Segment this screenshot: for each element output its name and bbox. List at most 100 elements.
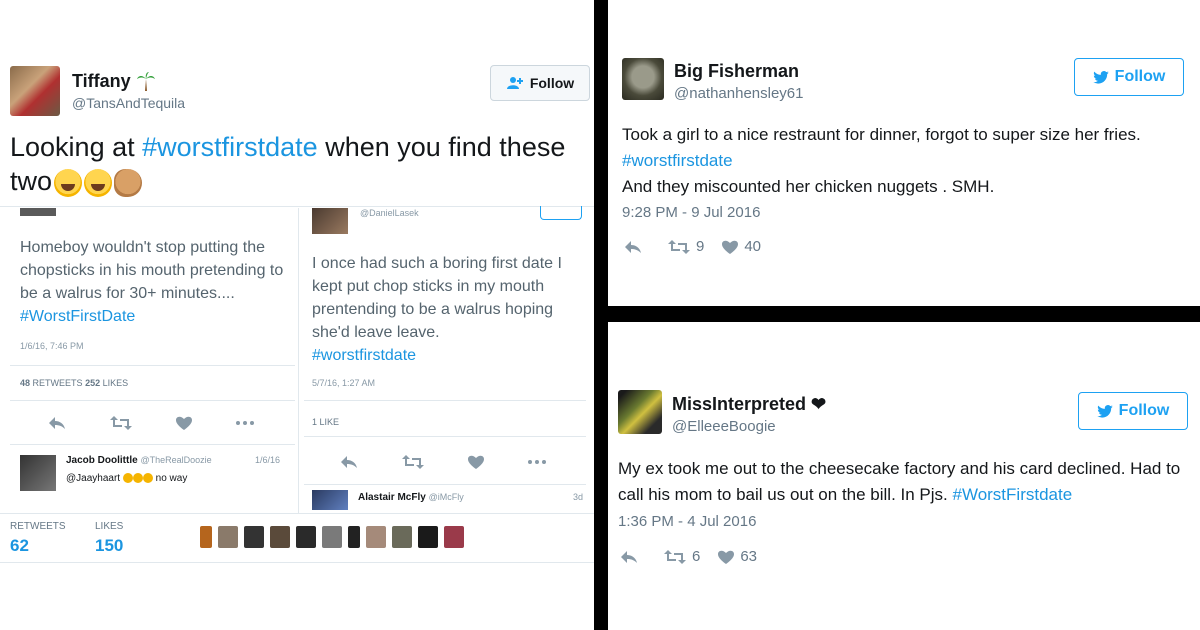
retweet-icon [664, 549, 686, 564]
retweet-icon[interactable] [110, 416, 132, 430]
liker-avatar[interactable] [270, 526, 290, 548]
divider [304, 484, 586, 485]
reply-icon[interactable] [48, 416, 66, 430]
retweets-count[interactable]: 62 [10, 536, 29, 556]
tweet-text: Looking at #worstfirstdate when you find… [10, 130, 590, 198]
timestamp[interactable]: 1:36 PM - 4 Jul 2016 [618, 513, 756, 530]
reply-avatar[interactable] [20, 455, 56, 491]
reply-icon [621, 550, 637, 563]
likes-count[interactable]: 150 [95, 536, 123, 556]
embedded-b-actions [340, 455, 546, 469]
laughing-emoji-icon [122, 473, 133, 484]
retweet-action[interactable]: 6 [664, 548, 700, 565]
liker-avatar[interactable] [218, 526, 238, 548]
embedded-a-retweets-label: RETWEETS [32, 378, 83, 388]
user-name[interactable]: Tiffany [72, 71, 131, 92]
liker-avatar[interactable] [418, 526, 438, 548]
tiffany-avatar[interactable] [10, 66, 60, 116]
like-count: 63 [740, 548, 758, 565]
retweet-action[interactable]: 9 [668, 238, 704, 255]
divider [10, 365, 295, 366]
hashtag-link[interactable]: #worstfirstdate [142, 132, 318, 162]
reply-handle: @TheRealDoozie [140, 455, 212, 465]
follow-button[interactable]: Follow [490, 65, 590, 101]
embedded-b-reply: Alastair McFly @iMcFly 3d [358, 492, 583, 503]
embedded-b-follow-button[interactable] [540, 206, 582, 220]
twitter-bird-icon [1096, 404, 1113, 418]
like-count: 40 [744, 238, 762, 255]
tiffany-tweet-card: Tiffany @TansAndTequila Follow Looking a… [0, 0, 594, 630]
reply-action[interactable] [620, 550, 638, 564]
liker-avatar[interactable] [244, 526, 264, 548]
liker-avatar[interactable] [296, 526, 316, 548]
embedded-a-hashtag[interactable]: #WorstFirstDate [20, 308, 135, 325]
divider [0, 562, 594, 563]
follow-button[interactable]: Follow [1074, 58, 1184, 96]
twitter-bird-icon [1092, 70, 1109, 84]
tweet-text-line1: Took a girl to a nice restraunt for dinn… [622, 125, 1141, 144]
follow-label: Follow [1114, 68, 1166, 85]
embedded-b-time: 5/7/16, 1:27 AM [312, 378, 376, 388]
reply-date: 1/6/16 [254, 455, 280, 465]
divider [10, 400, 295, 401]
reply-text: no way [155, 473, 188, 484]
user-handle[interactable]: @TansAndTequila [72, 95, 185, 111]
missinterpreted-tweet-card: MissInterpreted ❤ @ElleeeBoogie Follow M… [608, 322, 1200, 630]
laughing-crying-emoji-icon [54, 168, 83, 197]
embedded-tweet-b-text: I once had such a boring first date I ke… [312, 252, 592, 367]
retweet-count: 6 [692, 548, 701, 565]
follow-button[interactable]: Follow [1078, 392, 1188, 430]
user-name[interactable]: Big Fisherman [674, 61, 799, 82]
liker-avatar[interactable] [348, 526, 360, 548]
divider [304, 436, 586, 437]
embedded-a-stats: 48 RETWEETS 252 LIKES [20, 378, 128, 388]
reply-name[interactable]: Alastair McFly [358, 492, 426, 503]
embedded-b-hashtag[interactable]: #worstfirstdate [312, 347, 416, 364]
embedded-b-reply-avatar[interactable] [312, 490, 348, 510]
liker-avatars [200, 526, 464, 548]
missinterpreted-avatar[interactable] [618, 390, 662, 434]
tweet-actions: 9 40 [624, 238, 789, 255]
liker-avatar[interactable] [200, 526, 212, 548]
timestamp[interactable]: 9:28 PM - 9 Jul 2016 [622, 204, 760, 221]
embedded-b-avatar[interactable] [312, 208, 348, 234]
liker-avatar[interactable] [366, 526, 386, 548]
more-icon[interactable] [528, 460, 546, 464]
hashtag-link[interactable]: #worstfirstdate [622, 151, 733, 170]
heart-icon[interactable] [176, 416, 192, 430]
retweet-icon[interactable] [402, 455, 424, 469]
heart-icon[interactable] [468, 455, 484, 469]
divider [0, 206, 594, 207]
retweet-icon [668, 239, 690, 254]
reply-action[interactable] [624, 240, 642, 254]
more-icon[interactable] [236, 421, 254, 425]
big-fisherman-avatar[interactable] [622, 58, 664, 100]
liker-avatar[interactable] [392, 526, 412, 548]
user-name[interactable]: MissInterpreted ❤ [672, 394, 826, 415]
embedded-a-time: 1/6/16, 7:46 PM [20, 341, 84, 351]
tweet-text: My ex took me out to the cheesecake fact… [618, 456, 1198, 508]
tiffany-name-row[interactable]: Tiffany [72, 70, 157, 92]
reply-icon[interactable] [340, 455, 358, 469]
palm-tree-icon [136, 72, 155, 91]
embedded-a-likes: 252 [85, 378, 101, 388]
liker-avatar[interactable] [322, 526, 342, 548]
embedded-a-actions [48, 416, 282, 430]
like-action[interactable]: 40 [722, 238, 761, 255]
follow-label: Follow [1118, 402, 1170, 419]
clapping-hands-emoji-icon [114, 168, 143, 197]
tweet-actions: 6 63 [620, 548, 785, 565]
embedded-a-reply: Jacob Doolittle @TheRealDoozie 1/6/16 [66, 455, 286, 466]
user-handle[interactable]: @nathanhensley61 [674, 85, 804, 102]
tweet-text-line2: And they miscounted her chicken nuggets … [622, 177, 995, 196]
hashtag-link[interactable]: #WorstFirstdate [953, 485, 1073, 504]
reply-to[interactable]: @Jaayhaart [66, 473, 120, 484]
liker-avatar[interactable] [444, 526, 464, 548]
user-handle[interactable]: @ElleeeBoogie [672, 418, 776, 435]
reply-date: 3d [572, 492, 583, 502]
reply-name[interactable]: Jacob Doolittle [66, 455, 138, 466]
embedded-a-retweets: 48 [20, 378, 31, 388]
like-action[interactable]: 63 [718, 548, 757, 565]
embedded-tweet-a-text: Homeboy wouldn't stop putting the chopst… [20, 236, 295, 328]
reply-icon [625, 240, 641, 253]
